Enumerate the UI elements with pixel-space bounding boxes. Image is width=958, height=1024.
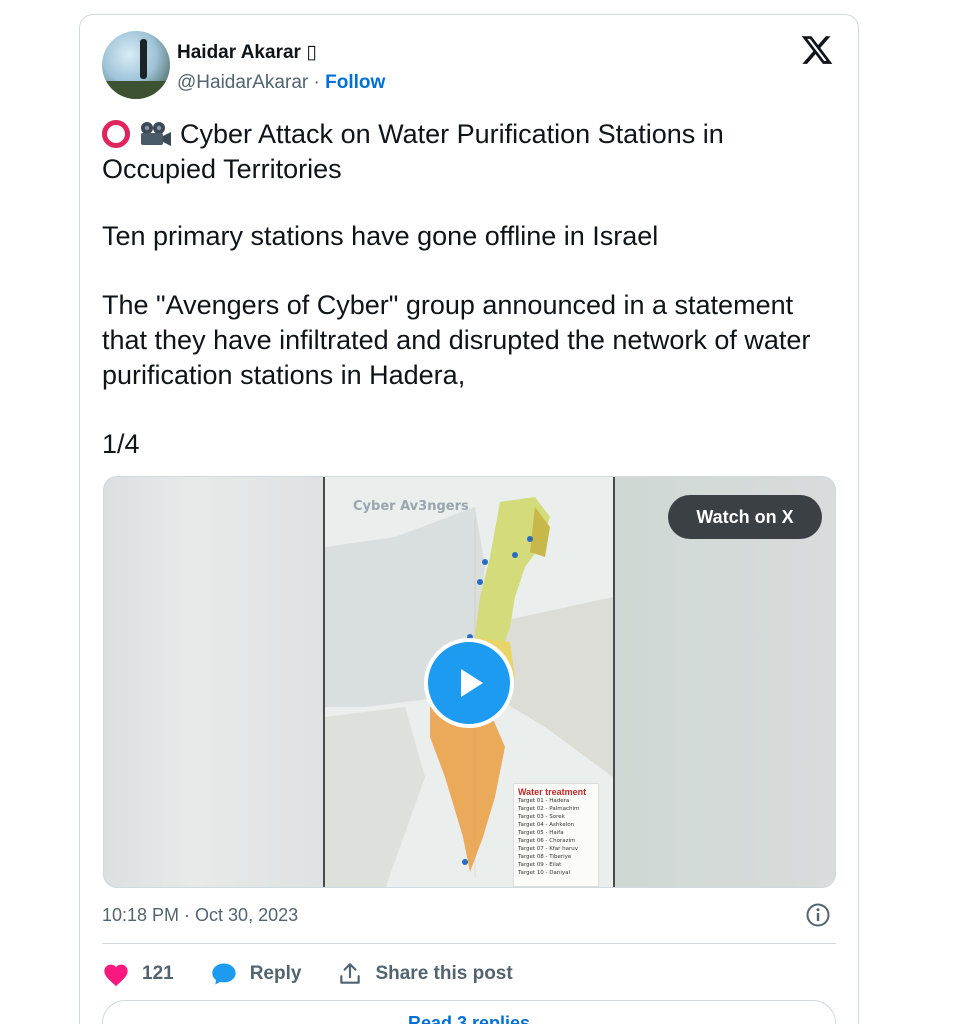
like-count: 121 — [142, 963, 174, 984]
info-icon[interactable] — [805, 902, 831, 928]
legend-title: Water treatment — [518, 787, 587, 797]
reply-bubble-icon — [212, 963, 236, 985]
share-button[interactable]: Share this post — [337, 961, 513, 987]
video-player[interactable]: Cyber Av3ngers Water treatment Target 01… — [103, 476, 836, 888]
tweet-paragraph-2: Ten primary stations have gone offline i… — [102, 221, 659, 251]
author-handle-row: @HaidarAkarar · Follow — [177, 72, 385, 94]
read-replies-button[interactable]: Read 3 replies — [102, 1000, 836, 1024]
tweet-timestamp[interactable]: 10:18 PM · Oct 30, 2023 — [102, 905, 298, 926]
author-name[interactable]: Haidar Akarar ▯ — [177, 41, 317, 64]
legend-item: Target 06 - Chorazim — [518, 838, 576, 844]
legend-item: Target 02 - Palmachim — [518, 806, 580, 812]
play-icon — [461, 669, 483, 697]
handle-separator: · — [313, 72, 320, 93]
legend-item: Target 04 - Ashkelon — [518, 822, 575, 828]
tweet-body: Cyber Attack on Water Purification Stati… — [102, 117, 842, 496]
watch-on-x-button[interactable]: Watch on X — [668, 495, 822, 539]
legend-item: Target 09 - Eilat — [518, 862, 562, 868]
legend-item: Target 01 - Hadera — [518, 798, 570, 804]
like-button[interactable]: 121 — [102, 961, 174, 987]
x-logo-icon[interactable] — [800, 33, 834, 67]
share-upload-icon — [340, 963, 361, 984]
tweet-card: Haidar Akarar ▯ @HaidarAkarar · Follow C… — [79, 14, 859, 1024]
action-bar: 121 Reply Share this post — [102, 959, 549, 989]
tweet-paragraph-1: Cyber Attack on Water Purification Stati… — [102, 117, 842, 187]
author-handle[interactable]: @HaidarAkarar — [177, 72, 308, 93]
play-button[interactable] — [424, 638, 514, 728]
map-title: Cyber Av3ngers — [353, 499, 469, 514]
follow-button[interactable]: Follow — [325, 72, 385, 93]
legend-item: Target 05 - Haifa — [518, 830, 564, 836]
legend-item: Target 08 - Tiberiye — [518, 854, 572, 860]
legend-item: Target 03 - Sorek — [518, 814, 565, 820]
avatar[interactable] — [102, 31, 170, 99]
map-legend: Water treatment Target 01 - Hadera Targe… — [513, 783, 599, 887]
reply-label: Reply — [249, 963, 302, 984]
red-circle-icon — [102, 120, 130, 148]
legend-item: Target 07 - Kfar haruv — [518, 846, 579, 852]
heart-icon — [104, 964, 128, 987]
divider — [102, 943, 836, 944]
reply-button[interactable]: Reply — [210, 961, 302, 987]
legend-item: Target 10 - Daniyal — [518, 870, 571, 876]
tweet-line-1: Cyber Attack on Water Purification Stati… — [102, 119, 724, 184]
tweet-paragraph-4: 1/4 — [102, 429, 140, 459]
movie-camera-icon — [141, 122, 171, 146]
share-label: Share this post — [375, 963, 513, 984]
tweet-paragraph-3: The "Avengers of Cyber" group announced … — [102, 290, 811, 390]
